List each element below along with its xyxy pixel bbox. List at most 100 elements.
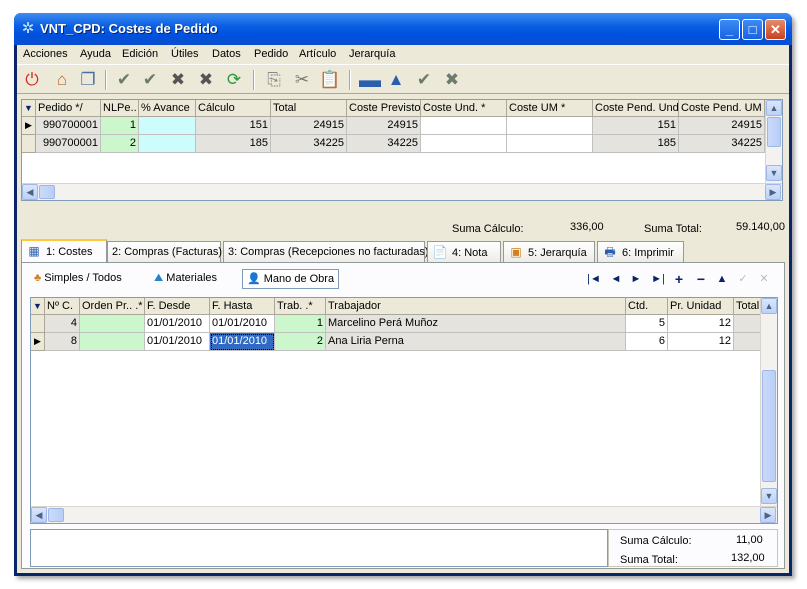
labor-cell[interactable]: 8 (45, 333, 80, 351)
order-cell[interactable]: 1 (101, 117, 139, 135)
labor-cell[interactable]: 1 (275, 315, 326, 333)
check-batch-2-icon[interactable]: ✔ (139, 69, 161, 91)
labor-cell[interactable]: 4 (45, 315, 80, 333)
scroll-right-icon[interactable]: ▶ (765, 184, 781, 200)
order-cell[interactable]: 185 (593, 135, 679, 153)
minus-icon[interactable]: ▬ (359, 69, 381, 91)
col-trab[interactable]: Trab. .* (275, 298, 326, 315)
order-cell[interactable] (507, 135, 593, 153)
order-cell[interactable]: 2 (101, 135, 139, 153)
col-coste-um[interactable]: Coste UM * (507, 100, 593, 117)
maximize-button[interactable]: □ (742, 19, 763, 40)
scroll-left-icon[interactable]: ◀ (31, 507, 47, 523)
order-cell[interactable]: 34225 (271, 135, 347, 153)
col-num[interactable]: Nº C. (45, 298, 80, 315)
menu-datos[interactable]: Datos (212, 48, 241, 60)
col-coste-pend-um[interactable]: Coste Pend. UM (679, 100, 765, 117)
col-f-desde[interactable]: F. Desde (145, 298, 210, 315)
order-cell[interactable] (421, 135, 507, 153)
post-record-icon[interactable]: ✓ (736, 272, 750, 286)
first-record-icon[interactable]: |◄ (587, 272, 601, 286)
col-trabajador[interactable]: Trabajador (326, 298, 626, 315)
next-record-icon[interactable]: ► (629, 272, 643, 286)
labor-cell[interactable]: Marcelino Perá Muñoz (326, 315, 626, 333)
scroll-thumb[interactable] (39, 185, 55, 199)
col-total[interactable]: Total (271, 100, 347, 117)
minimize-button[interactable]: _ (719, 19, 740, 40)
delete-record-icon[interactable]: − (694, 272, 708, 286)
scroll-thumb[interactable] (767, 117, 781, 147)
scroll-up-icon[interactable]: ▲ (761, 298, 777, 314)
col-nlpe[interactable]: NLPe.. (101, 100, 139, 117)
tab-compras-recepciones[interactable]: 3: Compras (Recepciones no facturadas) (223, 241, 429, 263)
labor-cell[interactable]: 01/01/2010 (145, 333, 210, 351)
up-icon[interactable]: ▲ (385, 69, 407, 91)
tab-jerarquia[interactable]: ▣ 5: Jerarquía (503, 241, 595, 263)
order-cell[interactable] (421, 117, 507, 135)
menu-pedido[interactable]: Pedido (254, 48, 288, 60)
col-pedido[interactable]: Pedido */ (36, 100, 101, 117)
tab-costes[interactable]: ▦ 1: Costes (21, 239, 107, 263)
order-cell[interactable]: 34225 (347, 135, 421, 153)
menu-articulo[interactable]: Artículo (299, 48, 336, 60)
order-cell[interactable] (507, 117, 593, 135)
col-ctd[interactable]: Ctd. (626, 298, 668, 315)
labor-cell[interactable] (734, 315, 762, 333)
tab-compras-facturas[interactable]: 2: Compras (Facturas) (107, 241, 222, 263)
cut-icon[interactable]: ✂ (291, 69, 313, 91)
labor-cell[interactable] (734, 333, 762, 351)
order-cell[interactable]: 990700001 (36, 117, 101, 135)
power-icon[interactable]: ⏻ (21, 69, 43, 91)
cancel-batch-2-icon[interactable]: ✖ (195, 69, 217, 91)
labor-cell[interactable] (80, 315, 145, 333)
order-cell[interactable]: 24915 (347, 117, 421, 135)
order-cell[interactable]: 151 (593, 117, 679, 135)
col-coste-und[interactable]: Coste Und. * (421, 100, 507, 117)
windows-icon[interactable]: ❐ (77, 69, 99, 91)
horizontal-scrollbar[interactable]: ◀ ▶ (31, 506, 777, 523)
col-coste-previsto[interactable]: Coste Previsto (347, 100, 421, 117)
labor-cell[interactable]: 5 (626, 315, 668, 333)
scroll-thumb[interactable] (48, 508, 64, 522)
tab-nota[interactable]: 📄 4: Nota (427, 241, 501, 263)
labor-cell[interactable]: 01/01/2010 (210, 315, 275, 333)
add-record-icon[interactable]: + (672, 272, 686, 286)
subtab-materiales[interactable]: ⛰ Materiales (150, 269, 221, 289)
edit-record-icon[interactable]: ▲ (715, 272, 729, 286)
col-pr-unidad[interactable]: Pr. Unidad (668, 298, 734, 315)
menu-edicion[interactable]: Edición (122, 48, 158, 60)
close-button[interactable]: ✕ (765, 19, 786, 40)
refresh-icon[interactable]: ⟳ (223, 69, 245, 91)
scroll-down-icon[interactable]: ▼ (761, 488, 777, 504)
menu-jerarquia[interactable]: Jerarquía (349, 48, 395, 60)
menu-ayuda[interactable]: Ayuda (80, 48, 111, 60)
check-icon[interactable]: ✔ (413, 69, 435, 91)
labor-cell[interactable]: 12 (668, 333, 734, 351)
menu-acciones[interactable]: Acciones (23, 48, 68, 60)
col-avance[interactable]: % Avance (139, 100, 196, 117)
home-icon[interactable]: ⌂ (51, 69, 73, 91)
scroll-down-icon[interactable]: ▼ (766, 165, 782, 181)
order-cell[interactable]: 24915 (271, 117, 347, 135)
copy-icon[interactable]: ⎘ (263, 69, 285, 91)
check-batch-icon[interactable]: ✔ (113, 69, 135, 91)
menu-utiles[interactable]: Útiles (171, 48, 199, 60)
scroll-left-icon[interactable]: ◀ (22, 184, 38, 200)
scroll-up-icon[interactable]: ▲ (766, 100, 782, 116)
col-orden[interactable]: Orden Pr.. .* (80, 298, 145, 315)
labor-cell[interactable]: Ana Liria Perna (326, 333, 626, 351)
subtab-simples[interactable]: ♣ Simples / Todos (30, 269, 126, 289)
col-coste-pend-und[interactable]: Coste Pend. Und (593, 100, 679, 117)
labor-cell[interactable]: 01/01/2010 (145, 315, 210, 333)
order-cell[interactable]: 34225 (679, 135, 765, 153)
cancel-record-icon[interactable]: ✕ (757, 272, 771, 286)
subtab-mano-de-obra[interactable]: 👤 Mano de Obra (242, 269, 340, 289)
cancel-icon[interactable]: ✖ (441, 69, 463, 91)
col-f-hasta[interactable]: F. Hasta (210, 298, 275, 315)
title-bar[interactable]: ✲ VNT_CPD: Costes de Pedido _ □ ✕ (14, 13, 792, 45)
labor-cell[interactable]: 6 (626, 333, 668, 351)
selected-cell[interactable]: 01/01/2010 (210, 333, 275, 351)
tab-imprimir[interactable]: 🖶 6: Imprimir (597, 241, 684, 263)
order-cell[interactable] (139, 135, 196, 153)
labor-cell[interactable]: 2 (275, 333, 326, 351)
